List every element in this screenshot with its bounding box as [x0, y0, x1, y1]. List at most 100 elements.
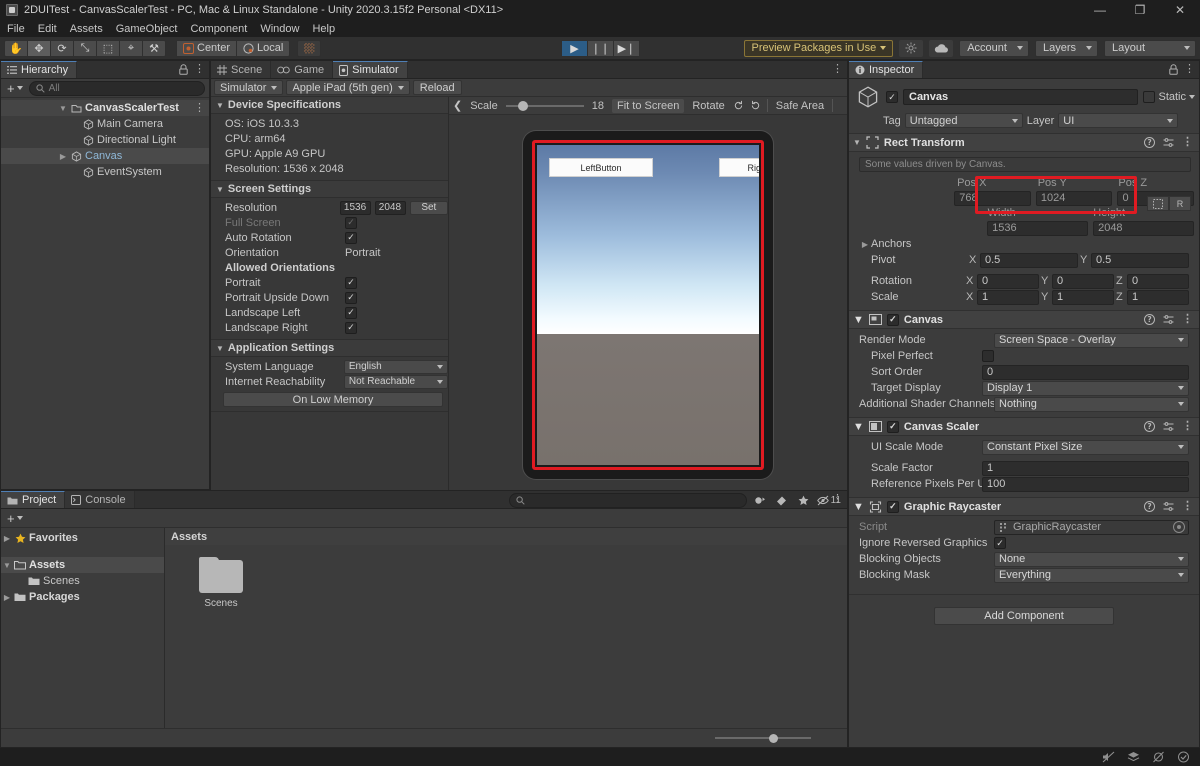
tab-project[interactable]: Project [1, 491, 66, 508]
ui-scale-mode-dropdown[interactable]: Constant Pixel Size [982, 439, 1189, 455]
menu-item-assets[interactable]: Assets [69, 23, 104, 35]
reload-button[interactable]: Reload [412, 80, 462, 95]
collapse-triangle-icon[interactable]: ▼ [853, 501, 864, 513]
rotation-z-input[interactable]: 0 [1127, 273, 1189, 289]
hand-tool-icon[interactable]: ✋ [4, 39, 28, 57]
tab-console[interactable]: Console [65, 491, 135, 508]
tab-scene[interactable]: Scene [211, 61, 272, 78]
auto-rotation-checkbox[interactable]: ✓ [345, 231, 357, 244]
asset-item-scenes[interactable]: Scenes [187, 557, 255, 609]
resolution-width-input[interactable]: 1536 [339, 200, 371, 215]
close-button[interactable]: ✕ [1160, 0, 1200, 20]
preset-icon[interactable] [1163, 314, 1174, 325]
cloud-icon[interactable] [929, 39, 954, 57]
grid-snapping-icon[interactable] [297, 39, 322, 57]
lock-icon[interactable] [1169, 64, 1178, 75]
resolution-height-input[interactable]: 2048 [374, 200, 406, 215]
expand-triangle-icon[interactable]: ▶ [1, 534, 13, 543]
on-low-memory-button[interactable]: On Low Memory [223, 392, 443, 407]
script-field[interactable]: GraphicRaycaster [994, 519, 1189, 535]
pivot-y-input[interactable]: 0.5 [1091, 252, 1189, 268]
project-tree-item-scenes[interactable]: ▶ Scenes [1, 573, 164, 589]
pos-x-input[interactable]: 768 [954, 190, 1031, 206]
check-status-icon[interactable] [1177, 751, 1190, 763]
pos-y-input[interactable]: 1024 [1035, 190, 1113, 206]
canvas-component-header[interactable]: ▼ ✓ Canvas ? ⋮ [849, 310, 1199, 329]
scale-factor-input[interactable]: 1 [982, 460, 1189, 476]
rect-tool-icon[interactable]: ⬚ [96, 39, 120, 57]
canvas-scaler-enabled-checkbox[interactable]: ✓ [886, 420, 899, 433]
project-tree-item-favorites[interactable]: ▶ Favorites [1, 530, 164, 546]
raw-edit-button[interactable]: R [1169, 196, 1191, 211]
step-button[interactable]: ▶❘ [613, 39, 640, 57]
layout-dropdown[interactable]: Layout [1104, 39, 1196, 57]
fit-to-screen-button[interactable]: Fit to Screen [612, 98, 685, 113]
screen-settings-header[interactable]: ▼ Screen Settings [211, 181, 448, 198]
canvas-scaler-menu-icon[interactable]: ⋮ [1182, 421, 1193, 432]
tab-game[interactable]: Game [271, 61, 334, 78]
menu-item-file[interactable]: File [6, 23, 26, 35]
object-picker-icon[interactable] [1173, 521, 1185, 533]
create-object-button[interactable]: + [5, 81, 25, 96]
rotate-cw-icon[interactable] [750, 100, 761, 111]
rotate-tool-icon[interactable]: ⟳ [50, 39, 74, 57]
hierarchy-item-canvas[interactable]: ▶ Canvas [1, 148, 209, 164]
create-asset-button[interactable]: + [5, 511, 25, 526]
scale-y-input[interactable]: 1 [1052, 289, 1114, 305]
device-specifications-header[interactable]: ▼ Device Specifications [211, 97, 448, 114]
collab-icon[interactable] [899, 39, 924, 57]
tag-dropdown[interactable]: Untagged [904, 113, 1023, 128]
application-settings-header[interactable]: ▼ Application Settings [211, 340, 448, 357]
pause-button[interactable]: ❘❘ [587, 39, 614, 57]
scale-slider-knob[interactable] [518, 100, 529, 111]
scale-z-input[interactable]: 1 [1127, 289, 1189, 305]
expand-triangle-icon[interactable]: ▶ [859, 240, 871, 249]
width-input[interactable]: 1536 [987, 220, 1089, 236]
collapse-triangle-icon[interactable]: ▼ [853, 138, 861, 147]
pivot-mode-button[interactable]: Center [176, 39, 238, 57]
help-icon[interactable]: ? [1144, 421, 1155, 432]
tab-hierarchy[interactable]: Hierarchy [1, 61, 78, 78]
expand-triangle-icon[interactable]: ▼ [1, 561, 13, 570]
tab-simulator[interactable]: Simulator [333, 61, 408, 78]
rotation-y-input[interactable]: 0 [1052, 273, 1114, 289]
scale-slider[interactable] [505, 100, 584, 112]
move-tool-icon[interactable]: ✥ [27, 39, 51, 57]
blueprint-mode-icon[interactable] [1147, 196, 1169, 211]
play-button[interactable]: ▶ [561, 39, 588, 57]
device-screen[interactable]: LeftButton RightButton [537, 145, 759, 465]
handle-space-button[interactable]: Local [236, 39, 291, 57]
allowed-portrait-checkbox[interactable]: ✓ [345, 276, 357, 289]
rotation-x-input[interactable]: 0 [977, 273, 1039, 289]
height-input[interactable]: 2048 [1093, 220, 1194, 236]
set-resolution-button[interactable]: Set [409, 200, 448, 215]
left-button[interactable]: LeftButton [549, 158, 653, 177]
allowed-landscape-right-checkbox[interactable]: ✓ [345, 321, 357, 334]
hierarchy-menu-icon[interactable]: ⋮ [194, 64, 205, 75]
layer-dropdown[interactable]: UI [1058, 113, 1179, 128]
expand-triangle-icon[interactable]: ▼ [57, 104, 69, 113]
scale-tool-icon[interactable]: ⤡ [73, 39, 97, 57]
collapse-triangle-icon[interactable]: ▼ [853, 421, 864, 433]
preset-icon[interactable] [1163, 501, 1174, 512]
project-tree-item-assets[interactable]: ▼ Assets [1, 557, 164, 573]
custom-tool-icon[interactable]: ⚒ [142, 39, 166, 57]
hierarchy-item-eventsystem[interactable]: ▶ EventSystem [1, 164, 209, 180]
allowed-landscape-left-checkbox[interactable]: ✓ [345, 306, 357, 319]
help-icon[interactable]: ? [1144, 314, 1155, 325]
canvas-enabled-checkbox[interactable]: ✓ [886, 313, 899, 326]
static-toggle[interactable]: Static [1143, 91, 1195, 103]
chevron-left-icon[interactable]: ❮ [453, 99, 462, 112]
hierarchy-item-menu-icon[interactable]: ⋮ [194, 102, 205, 114]
system-language-dropdown[interactable]: English [343, 359, 448, 374]
asset-zoom-slider[interactable] [715, 732, 811, 744]
layers-dropdown[interactable]: Layers [1034, 39, 1098, 57]
object-enabled-checkbox[interactable]: ✓ [886, 91, 898, 103]
hierarchy-item-canvasscalertest[interactable]: ▼ CanvasScalerTest ⋮ [1, 100, 209, 116]
account-dropdown[interactable]: Account [959, 39, 1029, 57]
preset-icon[interactable] [1163, 421, 1174, 432]
preview-packages-button[interactable]: Preview Packages in Use [744, 39, 894, 57]
reference-ppu-input[interactable]: 100 [982, 476, 1189, 492]
help-icon[interactable]: ? [1144, 137, 1155, 148]
render-mode-dropdown[interactable]: Screen Space - Overlay [994, 332, 1189, 348]
